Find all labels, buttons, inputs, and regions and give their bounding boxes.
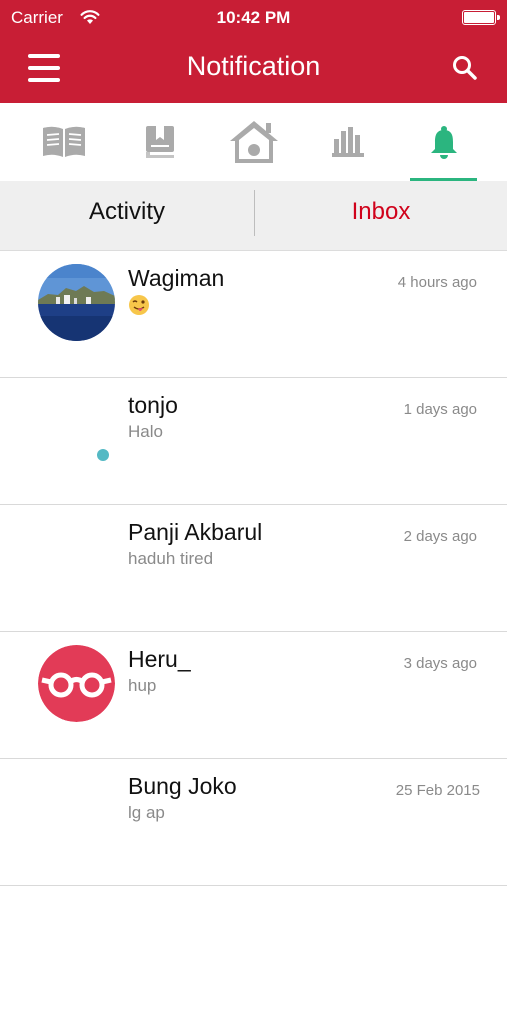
- sender-name: Heru_: [128, 646, 191, 672]
- avatar: [38, 264, 115, 341]
- tab-home[interactable]: [212, 103, 296, 181]
- tab-library[interactable]: [306, 103, 390, 181]
- inbox-list: Wagiman 4 hours ago tonjo Halo 1 days ag…: [0, 251, 507, 1012]
- message-preview: haduh tired: [128, 549, 214, 568]
- bookshelf-icon: [332, 127, 364, 157]
- battery-icon: [462, 10, 500, 25]
- status-bar: Carrier 10:42 PM: [0, 0, 507, 36]
- message-preview: lg ap: [128, 803, 165, 822]
- message-time: 1 days ago: [403, 401, 477, 418]
- home-icon: [230, 121, 278, 163]
- message-time: 3 days ago: [403, 655, 477, 672]
- segment-inbox[interactable]: Inbox: [255, 181, 507, 251]
- list-item[interactable]: Wagiman 4 hours ago: [0, 251, 507, 378]
- tab-reader[interactable]: [22, 103, 106, 181]
- unread-indicator: [97, 449, 109, 461]
- avatar: [38, 645, 115, 722]
- open-book-icon: [43, 126, 85, 157]
- glasses-avatar: [38, 645, 115, 722]
- search-icon[interactable]: [451, 54, 479, 82]
- sender-name: Panji Akbarul: [128, 519, 263, 545]
- app-header: Carrier 10:42 PM Notification: [0, 0, 507, 103]
- list-item[interactable]: Panji Akbarul haduh tired 2 days ago: [0, 505, 507, 632]
- sender-name: Bung Joko: [128, 773, 237, 799]
- bookmark-book-icon: [146, 126, 174, 158]
- message-time: 4 hours ago: [397, 274, 477, 291]
- page-title: Notification: [186, 51, 321, 81]
- list-item[interactable]: Bung Joko lg ap 25 Feb 2015: [0, 759, 507, 886]
- winking-tongue-emoji-icon: [129, 295, 149, 315]
- landscape-photo-avatar: [38, 264, 115, 341]
- sender-name: tonjo: [128, 392, 178, 418]
- list-item[interactable]: tonjo Halo 1 days ago: [0, 378, 507, 505]
- message-time: 2 days ago: [403, 528, 477, 545]
- list-item[interactable]: Heru_ hup 3 days ago: [0, 632, 507, 759]
- sender-name: Wagiman: [128, 265, 225, 291]
- status-time: 10:42 PM: [216, 8, 291, 27]
- tab-bar: [0, 103, 507, 182]
- message-preview: hup: [128, 676, 157, 695]
- segmented-control: Activity Inbox: [0, 181, 507, 251]
- message-time: 25 Feb 2015: [395, 782, 480, 799]
- message-preview: Halo: [128, 422, 163, 441]
- segment-activity[interactable]: Activity: [0, 181, 254, 251]
- tab-bookmarks[interactable]: [118, 103, 202, 181]
- nav-bar: Notification: [0, 36, 507, 103]
- tab-notifications[interactable]: [402, 103, 486, 181]
- list-item[interactable]: [0, 886, 507, 1012]
- bell-icon: [431, 126, 457, 159]
